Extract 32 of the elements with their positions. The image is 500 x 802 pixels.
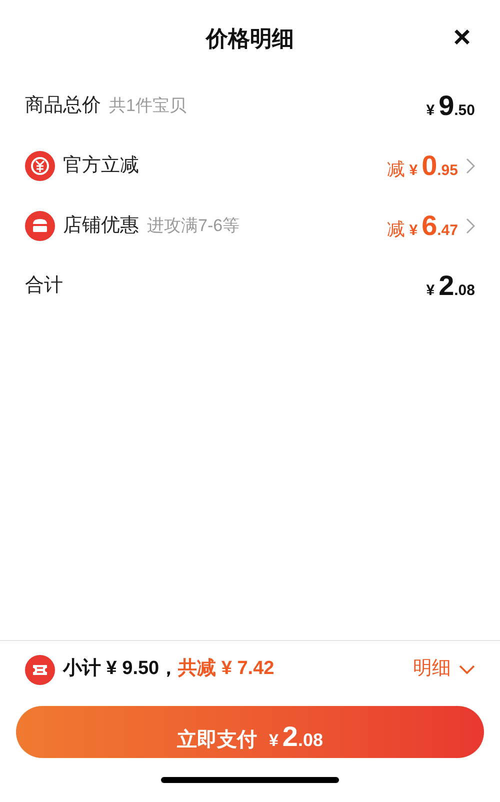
price-integer: 6: [422, 209, 438, 243]
details-toggle[interactable]: 明细: [413, 655, 475, 684]
row-label: 商品总价: [25, 94, 101, 118]
sheet-title: 价格明细: [206, 24, 294, 52]
price-decimal: .50: [454, 101, 475, 121]
subtotal-text: 小计 ¥ 9.50，: [63, 657, 178, 682]
row-label: 店铺优惠: [63, 214, 139, 238]
saved-amount: 共减 ¥ 7.42: [178, 657, 274, 682]
ticket-icon: [25, 654, 55, 684]
row-note: 进攻满7-6等: [147, 215, 240, 238]
price-integer: 9: [438, 89, 454, 123]
currency-sign: ¥: [426, 101, 435, 121]
currency-sign: ¥: [426, 281, 435, 301]
currency-sign: ¥: [409, 161, 418, 181]
row-note: 共1件宝贝: [109, 95, 186, 118]
price-decimal: .47: [437, 221, 458, 241]
currency-sign: ¥: [409, 221, 418, 241]
chevron-down-icon: [459, 664, 475, 674]
price-decimal: .08: [454, 281, 475, 301]
pay-button[interactable]: 立即支付 ¥2.08: [16, 706, 484, 758]
discount-label: 减: [387, 158, 406, 181]
shop-icon: [25, 211, 55, 241]
chevron-right-icon[interactable]: [466, 218, 475, 234]
discount-label: 减: [387, 218, 406, 241]
coin-icon: [25, 151, 55, 181]
row-label: 合计: [25, 274, 63, 298]
price-integer: 0: [422, 149, 438, 183]
row-label: 官方立减: [63, 154, 139, 178]
chevron-right-icon[interactable]: [466, 158, 475, 174]
price-integer: 2: [438, 269, 454, 303]
close-button[interactable]: ×: [444, 20, 480, 56]
price-decimal: .95: [437, 161, 458, 181]
